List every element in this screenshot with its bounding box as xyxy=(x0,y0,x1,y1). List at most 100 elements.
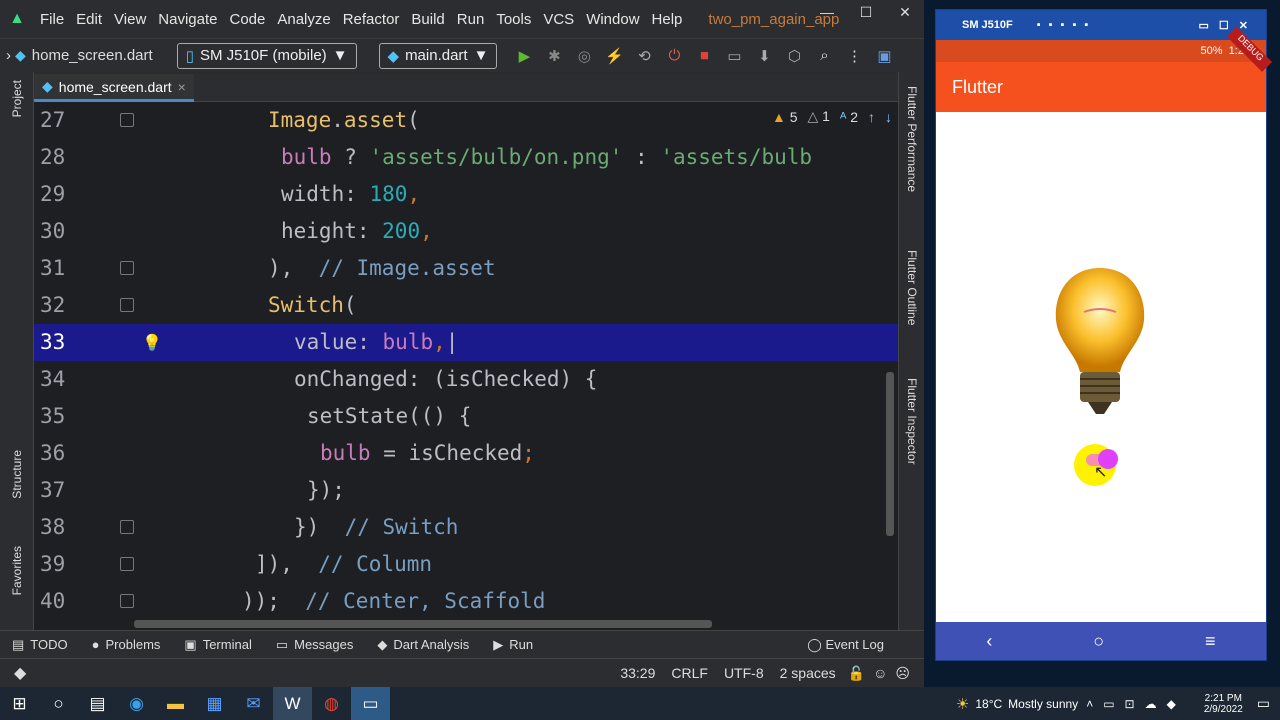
event-log-button[interactable]: ◯ Event Log xyxy=(807,637,924,653)
search-icon[interactable]: ○ xyxy=(39,687,78,720)
breadcrumb-file[interactable]: home_screen.dart xyxy=(26,47,177,64)
menu-run[interactable]: Run xyxy=(451,11,491,28)
code-line[interactable]: 31), // Image.asset xyxy=(34,250,898,287)
attach-debugger-icon[interactable]: ⏻ xyxy=(659,47,689,64)
minimize-button[interactable]: — xyxy=(812,0,842,24)
weather-widget[interactable]: ☀ 18°C Mostly sunny xyxy=(956,695,1078,713)
home-icon[interactable]: ○ xyxy=(1093,631,1104,652)
sync-project-icon[interactable]: ⬡ xyxy=(779,47,809,65)
horizontal-scrollbar[interactable] xyxy=(134,620,712,628)
windows-start-icon[interactable]: ⊞ xyxy=(0,687,39,720)
inspection-widget[interactable]: ▲ 5 △ 1 ᴬ 2 ↑ ↓ xyxy=(772,108,892,125)
code-line[interactable]: 28 bulb ? 'assets/bulb/on.png' : 'assets/… xyxy=(34,139,898,176)
code-line[interactable]: 30 height: 200, xyxy=(34,213,898,250)
code-line[interactable]: 39]), // Column xyxy=(34,546,898,583)
mirror-control-icons[interactable]: ▪▪▪▪▪ xyxy=(1037,19,1097,31)
inspector-face-icon[interactable]: ☺ xyxy=(869,665,891,681)
chrome-icon[interactable]: ◍ xyxy=(312,687,351,720)
task-view-icon[interactable]: ▤ xyxy=(78,687,117,720)
code-line[interactable]: 35 setState(() { xyxy=(34,398,898,435)
run-config-selector[interactable]: ◆ main.dart ▼ xyxy=(378,42,498,69)
menu-analyze[interactable]: Analyze xyxy=(271,11,336,28)
project-tool-window[interactable]: Project xyxy=(10,80,24,117)
fold-marker-icon[interactable] xyxy=(120,557,134,571)
code-line[interactable]: 27 Image.asset( xyxy=(34,102,898,139)
device-selector[interactable]: ▯ SM J510F (mobile) ▼ xyxy=(176,42,357,69)
menu-file[interactable]: File xyxy=(34,11,70,28)
back-icon[interactable]: ‹ xyxy=(986,631,992,652)
store-icon[interactable]: ▦ xyxy=(195,687,234,720)
edge-icon[interactable]: ◉ xyxy=(117,687,156,720)
tool-todo[interactable]: ▤ TODO xyxy=(0,637,80,653)
tool-problems[interactable]: ● Problems xyxy=(80,637,173,653)
vertical-scrollbar[interactable] xyxy=(886,372,894,536)
previous-highlight-icon[interactable]: ↑ xyxy=(868,109,875,125)
code-line[interactable]: 32 Switch( xyxy=(34,287,898,324)
tool-terminal[interactable]: ▣ Terminal xyxy=(172,637,263,653)
tool-dart-analysis[interactable]: ◆ Dart Analysis xyxy=(365,637,481,653)
recents-icon[interactable]: ≡ xyxy=(1205,631,1216,652)
menu-window[interactable]: Window xyxy=(580,11,645,28)
notification-icon[interactable]: ▭ xyxy=(1253,695,1280,712)
sdk-manager-icon[interactable]: ⬇ xyxy=(749,47,779,65)
account-icon[interactable]: ▣ xyxy=(869,47,899,65)
intention-bulb-icon[interactable]: 💡 xyxy=(142,324,162,361)
menu-navigate[interactable]: Navigate xyxy=(152,11,223,28)
phone-window-controls[interactable]: ▭☐✕ xyxy=(1199,19,1258,32)
code-line[interactable]: 38}) // Switch xyxy=(34,509,898,546)
code-editor[interactable]: 27 Image.asset(28 bulb ? 'assets/bulb/on.p… xyxy=(34,102,898,630)
layers-icon[interactable]: ◆ xyxy=(0,663,40,683)
fold-marker-icon[interactable] xyxy=(120,298,134,312)
code-line[interactable]: 34 onChanged: (isChecked) { xyxy=(34,361,898,398)
code-line[interactable]: 33 value: bulb,| 💡 xyxy=(34,324,898,361)
menu-build[interactable]: Build xyxy=(405,11,450,28)
hot-restart-icon[interactable]: ⟲ xyxy=(629,47,659,65)
menu-edit[interactable]: Edit xyxy=(70,11,108,28)
tab-home-screen[interactable]: ◆ home_screen.dart × xyxy=(34,74,194,102)
feedback-face-icon[interactable]: ☹ xyxy=(891,665,924,682)
favorites-tool-window[interactable]: Favorites xyxy=(10,546,24,595)
more-icon[interactable]: ⋮ xyxy=(839,47,869,65)
search-icon[interactable]: ⌕ xyxy=(809,47,839,64)
device-manager-icon[interactable]: ▭ xyxy=(719,47,749,65)
debug-icon[interactable]: ✱ xyxy=(539,47,569,65)
line-separator[interactable]: CRLF xyxy=(663,665,716,681)
taskbar-clock[interactable]: 2:21 PM 2/9/2022 xyxy=(1194,693,1253,715)
stop-icon[interactable]: ■ xyxy=(689,47,719,64)
menu-code[interactable]: Code xyxy=(223,11,271,28)
tool-run[interactable]: ▶ Run xyxy=(481,637,545,653)
menu-refactor[interactable]: Refactor xyxy=(337,11,406,28)
menu-vcs[interactable]: VCS xyxy=(537,11,580,28)
run-icon[interactable]: ▶ xyxy=(509,47,539,65)
fold-marker-icon[interactable] xyxy=(120,113,134,127)
close-tab-icon[interactable]: × xyxy=(178,79,186,95)
structure-tool-window[interactable]: Structure xyxy=(10,450,24,499)
fold-marker-icon[interactable] xyxy=(120,520,134,534)
fold-marker-icon[interactable] xyxy=(120,261,134,275)
code-line[interactable]: 40)); // Center, Scaffold xyxy=(34,583,898,620)
code-line[interactable]: 37}); xyxy=(34,472,898,509)
menu-view[interactable]: View xyxy=(108,11,152,28)
tool-messages[interactable]: ▭ Messages xyxy=(264,637,366,653)
close-button[interactable]: ✕ xyxy=(890,0,920,24)
hot-reload-icon[interactable]: ⚡ xyxy=(599,47,629,65)
word-icon[interactable]: W xyxy=(273,687,312,720)
flutter-inspector-tool[interactable]: Flutter Inspector xyxy=(905,378,919,465)
menu-help[interactable]: Help xyxy=(646,11,689,28)
maximize-button[interactable]: ☐ xyxy=(851,0,881,24)
file-encoding[interactable]: UTF-8 xyxy=(716,665,772,681)
menu-tools[interactable]: Tools xyxy=(490,11,537,28)
flutter-performance-tool[interactable]: Flutter Performance xyxy=(905,86,919,192)
system-tray-icons[interactable]: ˄▭⊡☁◆ xyxy=(1078,697,1194,711)
fold-marker-icon[interactable] xyxy=(120,594,134,608)
indent-setting[interactable]: 2 spaces xyxy=(772,665,844,681)
code-line[interactable]: 29 width: 180, xyxy=(34,176,898,213)
code-line[interactable]: 36 bulb = isChecked; xyxy=(34,435,898,472)
scrcpy-icon[interactable]: ▭ xyxy=(351,687,390,720)
file-explorer-icon[interactable]: ▬ xyxy=(156,687,195,720)
caret-position[interactable]: 33:29 xyxy=(612,665,663,681)
lock-icon[interactable]: 🔓 xyxy=(844,665,869,682)
next-highlight-icon[interactable]: ↓ xyxy=(885,109,892,125)
flutter-outline-tool[interactable]: Flutter Outline xyxy=(905,250,919,325)
profile-icon[interactable]: ◎ xyxy=(569,47,599,65)
